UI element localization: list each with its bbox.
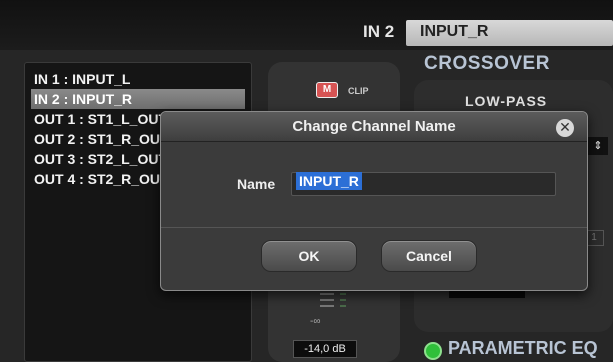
low-pass-label: LOW-PASS <box>465 93 548 109</box>
power-icon[interactable] <box>424 342 442 360</box>
name-input[interactable]: INPUT_R <box>291 172 556 196</box>
close-icon[interactable]: ✕ <box>556 119 574 137</box>
crossover-title: CROSSOVER <box>424 53 550 74</box>
cancel-button[interactable]: Cancel <box>381 240 477 272</box>
channel-item-selected[interactable]: IN 2 : INPUT_R <box>31 89 245 109</box>
change-channel-name-dialog: Change Channel Name ✕ Name INPUT_R OK Ca… <box>160 111 588 291</box>
ok-button[interactable]: OK <box>261 240 357 272</box>
name-label: Name <box>237 176 276 192</box>
channel-id: IN 2 <box>363 22 395 41</box>
parametric-eq-title: PARAMETRIC EQ <box>448 338 598 358</box>
channel-item[interactable]: IN 1 : INPUT_L <box>31 69 245 89</box>
mute-badge[interactable]: M <box>316 82 338 98</box>
channel-name-text: INPUT_R <box>420 23 489 40</box>
name-input-value: INPUT_R <box>296 172 362 190</box>
dialog-header: Change Channel Name ✕ <box>161 112 587 142</box>
meter-scale <box>320 287 360 327</box>
updown-arrows-icon[interactable]: ⇕ <box>588 137 608 155</box>
infinity-label: -∞ <box>310 316 321 327</box>
channel-name-field[interactable]: INPUT_R <box>406 20 613 46</box>
clip-label: CLIP <box>348 86 369 96</box>
dialog-divider <box>161 227 587 228</box>
gain-readout[interactable]: -14,0 dB <box>293 340 357 358</box>
dialog-title: Change Channel Name <box>292 118 456 135</box>
header-bar: IN 2 INPUT_R <box>0 0 613 50</box>
